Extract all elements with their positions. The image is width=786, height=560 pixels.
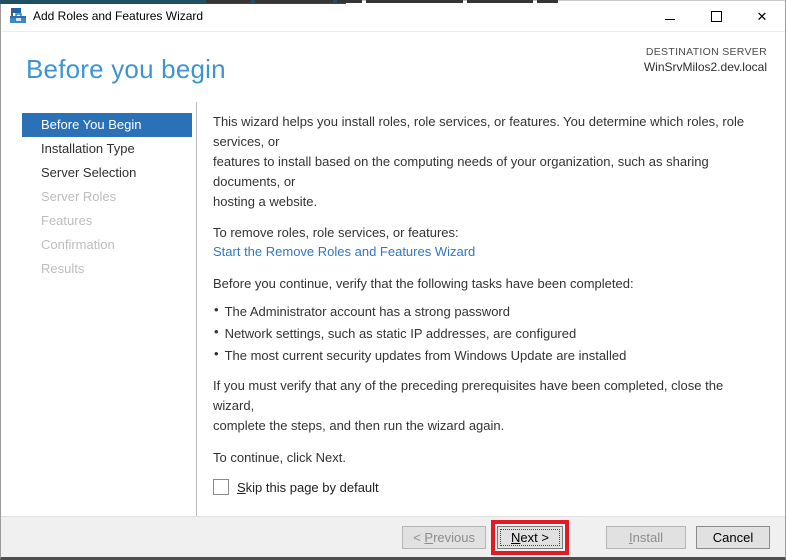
close-icon: ✕ (756, 8, 768, 24)
sidebar-item-features: Features (41, 213, 93, 228)
destination-server-block: DESTINATION SERVER WinSrvMilos2.dev.loca… (644, 45, 767, 102)
background-artifact (337, 0, 362, 3)
sidebar-item-server-roles: Server Roles (41, 189, 117, 204)
previous-button: < Previous (402, 525, 486, 549)
destination-server-label: DESTINATION SERVER (645, 46, 767, 58)
destination-server-name: WinSrvMilos2.dev.local (643, 60, 767, 74)
prerequisite-note: If you must verify that any of the prece… (213, 378, 724, 433)
wizard-main-pane: This wizard helps you install roles, rol… (197, 102, 785, 518)
prerequisite-list: • The Administrator account has a strong… (213, 301, 767, 367)
wizard-content: Before You Begin Installation Type Serve… (1, 102, 785, 518)
bullet-text: Network settings, such as static IP addr… (224, 326, 577, 341)
sidebar-item-results: Results (41, 261, 85, 276)
cancel-button[interactable]: Cancel (696, 525, 770, 549)
sidebar-item-before-you-begin[interactable]: Before You Begin (22, 113, 192, 137)
intro-paragraph: This wizard helps you install roles, rol… (213, 114, 745, 209)
continue-note: To continue, click Next. (213, 450, 346, 465)
wizard-steps-sidebar: Before You Begin Installation Type Serve… (1, 102, 197, 518)
wizard-icon (10, 8, 27, 24)
skip-page-checkbox[interactable] (213, 479, 229, 495)
list-item: • The Administrator account has a strong… (213, 301, 767, 323)
skip-page-label: Skip this page by default (237, 479, 379, 495)
title-bar[interactable]: Add Roles and Features Wizard ✕ (1, 1, 785, 32)
maximize-icon (710, 10, 722, 22)
background-artifact (366, 0, 463, 3)
install-button: Install (606, 525, 686, 549)
close-button[interactable]: ✕ (739, 1, 785, 31)
wizard-window: Add Roles and Features Wizard ✕ Before y… (0, 0, 786, 560)
maximize-button[interactable] (693, 1, 739, 31)
sidebar-item-server-selection[interactable]: Server Selection (22, 161, 192, 185)
wizard-button-bar: < Previous Next > Install Cancel (1, 516, 785, 557)
background-artifact (467, 0, 533, 3)
minimize-button[interactable] (647, 1, 693, 31)
background-artifact (537, 0, 558, 3)
list-item: • Network settings, such as static IP ad… (213, 323, 767, 345)
remove-wizard-link[interactable]: Start the Remove Roles and Features Wiza… (213, 242, 767, 261)
sidebar-item-installation-type[interactable]: Installation Type (22, 137, 192, 161)
verify-heading: Before you continue, verify that the fol… (213, 276, 634, 291)
skip-page-checkbox-row[interactable]: Skip this page by default (213, 479, 379, 495)
next-button[interactable]: Next > (497, 525, 563, 549)
list-item: • The most current security updates from… (213, 345, 767, 367)
bullet-icon: • (214, 324, 219, 339)
background-artifact (255, 0, 333, 3)
bullet-icon: • (214, 346, 219, 361)
remove-heading: To remove roles, role services, or featu… (213, 225, 459, 240)
background-artifact (206, 0, 251, 3)
wizard-header: Before you begin DESTINATION SERVER WinS… (1, 32, 785, 102)
sidebar-item-confirmation: Confirmation (41, 237, 115, 252)
minimize-icon (665, 18, 675, 20)
bullet-icon: • (214, 302, 219, 317)
page-title: Before you begin (26, 54, 226, 84)
red-highlight-annotation: Next > (491, 519, 569, 555)
bullet-text: The most current security updates from W… (224, 348, 627, 363)
bullet-text: The Administrator account has a strong p… (224, 304, 510, 319)
window-title: Add Roles and Features Wizard (33, 9, 204, 23)
